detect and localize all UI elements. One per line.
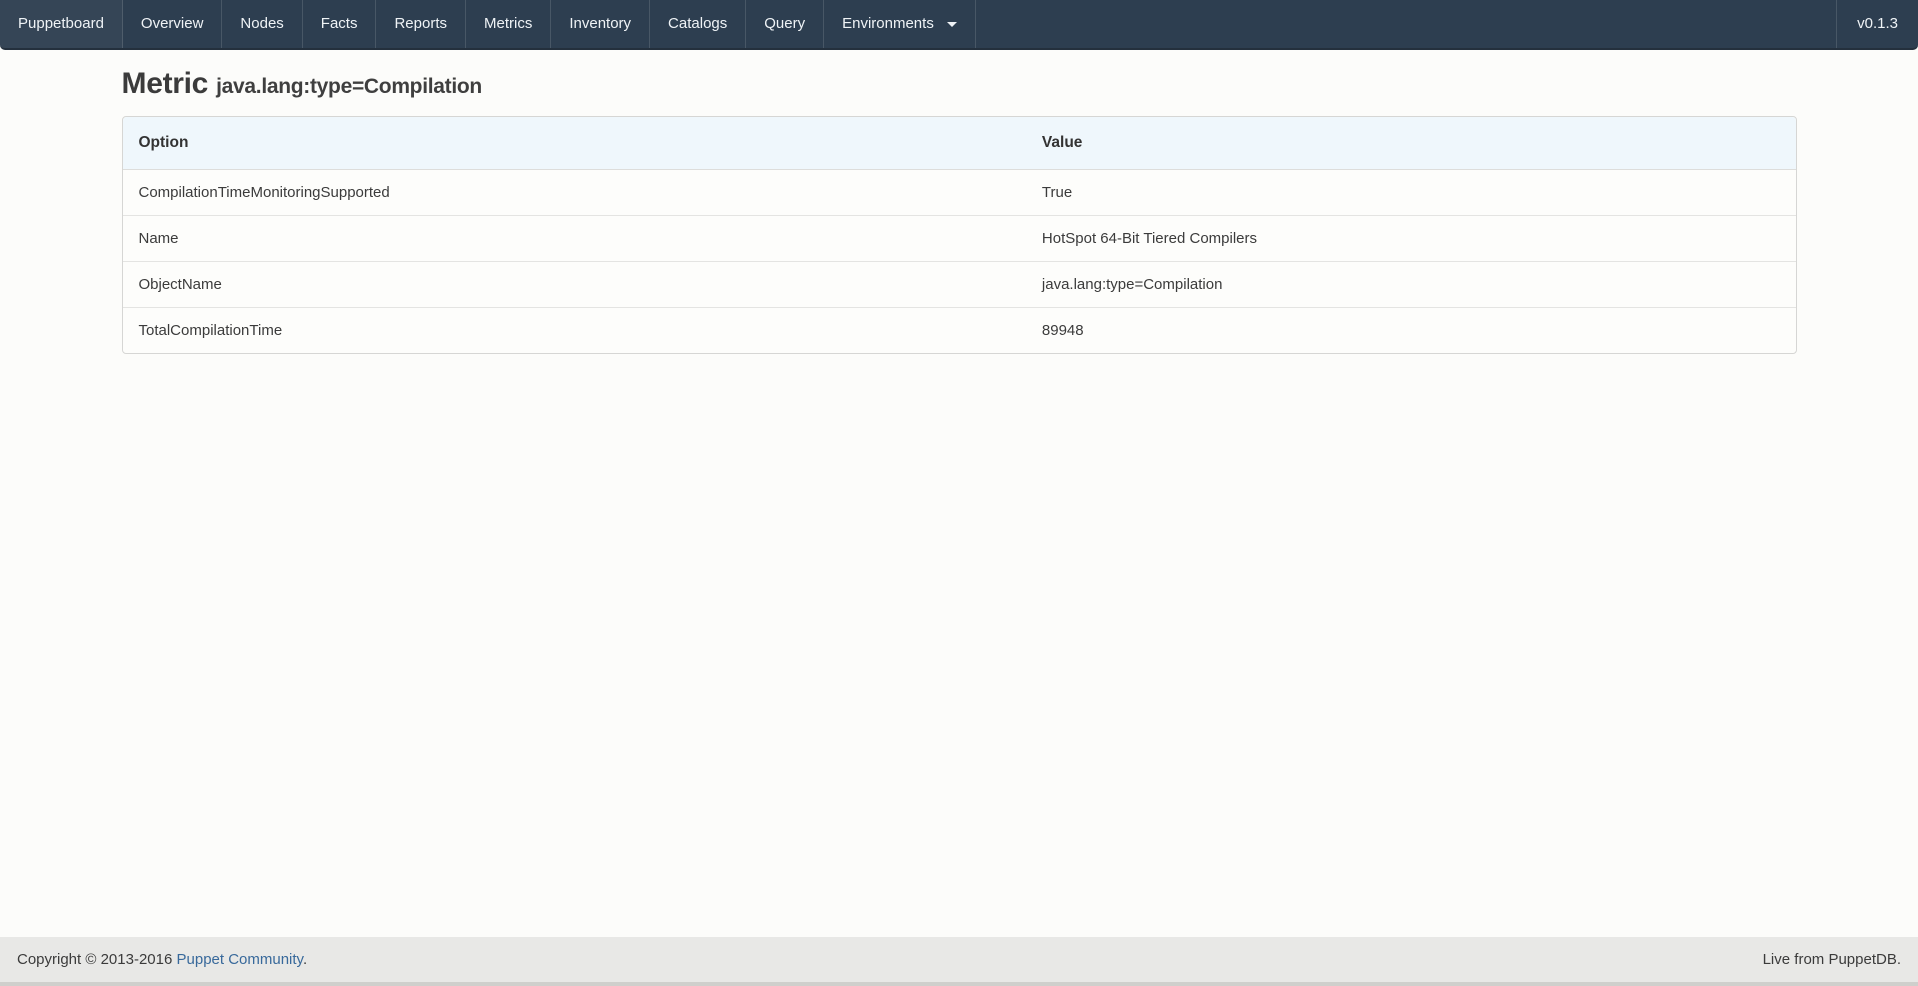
nav-list: Puppetboard Overview Nodes Facts Reports…	[0, 0, 976, 48]
nav-item-inventory[interactable]: Inventory	[551, 0, 650, 48]
option-cell: ObjectName	[123, 262, 1026, 308]
nav-brand-puppetboard[interactable]: Puppetboard	[0, 0, 123, 48]
main-content: Metric java.lang:type=Compilation Option…	[122, 67, 1797, 354]
live-from-puppetdb-text: Live from PuppetDB.	[1763, 951, 1901, 968]
page-title-text: Metric	[122, 67, 209, 100]
puppet-community-link[interactable]: Puppet Community	[177, 951, 303, 968]
page-subtitle: java.lang:type=Compilation	[216, 75, 482, 98]
column-header-value: Value	[1026, 117, 1796, 170]
metric-table: Option Value CompilationTimeMonitoringSu…	[122, 116, 1797, 354]
table-row: Name HotSpot 64-Bit Tiered Compilers	[123, 216, 1796, 262]
option-cell: Name	[123, 216, 1026, 262]
copyright-suffix: .	[303, 951, 307, 968]
table-row: ObjectName java.lang:type=Compilation	[123, 262, 1796, 308]
nav-item-reports[interactable]: Reports	[376, 0, 466, 48]
table-row: TotalCompilationTime 89948	[123, 308, 1796, 353]
page-title: Metric java.lang:type=Compilation	[122, 67, 1797, 101]
copyright-text: Copyright © 2013-2016 Puppet Community.	[17, 951, 307, 968]
column-header-option: Option	[123, 117, 1026, 170]
nav-item-catalogs[interactable]: Catalogs	[650, 0, 746, 48]
nav-item-facts[interactable]: Facts	[303, 0, 377, 48]
navbar: Puppetboard Overview Nodes Facts Reports…	[0, 0, 1918, 50]
nav-dropdown-environments-label: Environments	[842, 15, 934, 32]
table-row: CompilationTimeMonitoringSupported True	[123, 170, 1796, 216]
copyright-prefix: Copyright © 2013-2016	[17, 951, 177, 968]
option-cell: TotalCompilationTime	[123, 308, 1026, 353]
value-cell: True	[1026, 170, 1796, 216]
version-label: v0.1.3	[1836, 0, 1918, 48]
table-header-row: Option Value	[123, 117, 1796, 170]
footer: Copyright © 2013-2016 Puppet Community. …	[0, 937, 1918, 986]
nav-item-metrics[interactable]: Metrics	[466, 0, 551, 48]
nav-item-query[interactable]: Query	[746, 0, 824, 48]
value-cell: 89948	[1026, 308, 1796, 353]
option-cell: CompilationTimeMonitoringSupported	[123, 170, 1026, 216]
nav-dropdown-environments[interactable]: Environments	[824, 0, 976, 48]
nav-item-overview[interactable]: Overview	[123, 0, 223, 48]
value-cell: java.lang:type=Compilation	[1026, 262, 1796, 308]
nav-item-nodes[interactable]: Nodes	[222, 0, 302, 48]
value-cell: HotSpot 64-Bit Tiered Compilers	[1026, 216, 1796, 262]
caret-down-icon	[947, 22, 957, 27]
